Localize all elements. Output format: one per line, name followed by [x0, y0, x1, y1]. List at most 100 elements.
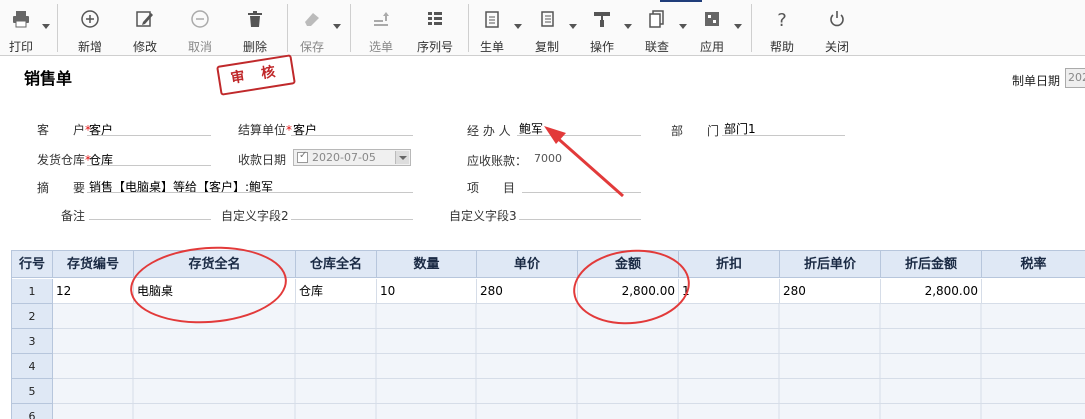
copy-button[interactable]: 复制 [529, 0, 565, 56]
cell-unit-price[interactable]: 280 [477, 279, 578, 304]
question-mark-icon: ? [777, 10, 787, 30]
department-label: 部 门 [671, 124, 720, 138]
select-order-button[interactable]: 选单 [362, 0, 400, 56]
printer-icon [13, 11, 29, 28]
empty-table-row[interactable] [53, 329, 1085, 354]
department-underline [722, 135, 845, 136]
header-item-code[interactable]: 存货编号 [53, 251, 134, 278]
warehouse-label: 发货仓库* [37, 153, 92, 167]
save-button[interactable]: 保存 [293, 0, 331, 56]
copy-label: 复制 [534, 40, 559, 54]
empty-table-row[interactable] [53, 379, 1085, 404]
select-order-label: 选单 [368, 40, 393, 54]
collection-date-label: 收款日期 [238, 153, 287, 167]
collection-date-checkbox[interactable] [297, 150, 308, 163]
header-discounted-price[interactable]: 折后单价 [780, 251, 881, 278]
project-underline [522, 192, 641, 193]
handler-underline [517, 135, 641, 136]
close-button[interactable]: 关闭 [817, 0, 857, 56]
separator [350, 4, 351, 52]
pencil-icon [136, 11, 153, 27]
trash-icon [248, 11, 262, 27]
apply-dropdown-arrow[interactable] [734, 24, 742, 29]
close-label: 关闭 [824, 40, 849, 54]
summary-label: 摘 要 [37, 181, 86, 195]
empty-table-row[interactable] [53, 404, 1085, 419]
delete-label: 删除 [242, 40, 267, 54]
header-tax-rate[interactable]: 税率 [982, 251, 1085, 278]
project-label: 项 目 [467, 181, 516, 195]
plus-circle-icon [81, 10, 99, 28]
collection-date-picker[interactable]: 2020-07-05 [293, 149, 411, 166]
row-number[interactable]: 4 [12, 354, 53, 379]
row-number[interactable]: 5 [12, 379, 53, 404]
print-dropdown-arrow[interactable] [42, 24, 50, 29]
row-number[interactable]: 6 [12, 404, 53, 419]
creation-date-input[interactable]: 202 [1065, 68, 1085, 88]
header-discount[interactable]: 折扣 [679, 251, 780, 278]
audit-stamp: 审 核 [216, 54, 296, 96]
save-dropdown-arrow[interactable] [333, 24, 341, 29]
apply-button[interactable]: 应用 [694, 0, 730, 56]
row-number[interactable]: 1 [12, 279, 53, 304]
header-discounted-amount[interactable]: 折后金额 [881, 251, 982, 278]
cell-discount[interactable]: 1 [679, 279, 780, 304]
generate-order-button[interactable]: 生单 [474, 0, 510, 56]
query-dropdown-arrow[interactable] [679, 24, 687, 29]
empty-table-row[interactable] [53, 304, 1085, 329]
cell-tax-rate[interactable] [982, 279, 1085, 304]
operate-dropdown-arrow[interactable] [624, 24, 632, 29]
operate-label: 操作 [589, 40, 614, 54]
generate-dropdown-arrow[interactable] [514, 24, 522, 29]
header-warehouse[interactable]: 仓库全名 [296, 251, 377, 278]
row-number[interactable]: 2 [12, 304, 53, 329]
header-amount[interactable]: 金额 [578, 251, 679, 278]
cell-discounted-price[interactable]: 280 [780, 279, 881, 304]
separator [287, 4, 288, 52]
custom-field-2-label: 自定义字段2 [221, 209, 289, 223]
detail-table: 行号 存货编号 存货全名 仓库全名 数量 单价 金额 折扣 折后单价 折后金额 … [11, 250, 1085, 419]
row-number[interactable]: 3 [12, 329, 53, 354]
cancel-button[interactable]: 取消 [180, 0, 220, 56]
header-quantity[interactable]: 数量 [377, 251, 477, 278]
cell-warehouse[interactable]: 仓库 [296, 279, 377, 304]
apps-icon [705, 12, 719, 26]
empty-table-row[interactable] [53, 354, 1085, 379]
eraser-icon [305, 13, 319, 26]
custom-field-2-underline [291, 219, 413, 220]
cell-item-code[interactable]: 12 [53, 279, 134, 304]
toolbar: 打印 新增 修改 取消 删除 保存 选单 序列号 生单 复制 操作 联查 应用 … [0, 0, 1085, 56]
custom-field-3-underline [519, 219, 641, 220]
copy-dropdown-arrow[interactable] [569, 24, 577, 29]
header-item-name[interactable]: 存货全名 [134, 251, 296, 278]
operate-button[interactable]: 操作 [584, 0, 620, 56]
power-icon [830, 11, 844, 27]
help-label: 帮助 [769, 40, 794, 54]
warehouse-underline [87, 165, 211, 166]
add-button[interactable]: 新增 [70, 0, 110, 56]
edit-button[interactable]: 修改 [125, 0, 165, 56]
help-button[interactable]: ? 帮助 [762, 0, 802, 56]
edit-label: 修改 [132, 40, 157, 54]
customer-underline [87, 135, 211, 136]
query-button[interactable]: 联查 [639, 0, 675, 56]
cell-quantity[interactable]: 10 [377, 279, 477, 304]
note-label: 备注 [61, 209, 86, 223]
cell-discounted-amount[interactable]: 2,800.00 [881, 279, 982, 304]
separator [57, 4, 58, 52]
page-title: 销售单 [24, 69, 73, 88]
serial-number-button[interactable]: 序列号 [414, 0, 456, 56]
cell-amount[interactable]: 2,800.00 [578, 279, 679, 304]
delete-button[interactable]: 删除 [235, 0, 275, 56]
print-button[interactable]: 打印 [2, 0, 40, 56]
cell-item-name[interactable]: 电脑桌 [134, 279, 296, 304]
summary-underline [87, 192, 413, 193]
header-unit-price[interactable]: 单价 [477, 251, 578, 278]
collection-date-value: 2020-07-05 [312, 151, 376, 164]
paint-roller-icon [594, 12, 610, 27]
settlement-unit-underline [291, 135, 413, 136]
chevron-down-icon[interactable] [395, 151, 409, 164]
customer-label: 客 户* [37, 123, 92, 137]
separator [468, 4, 469, 52]
minus-circle-icon [191, 10, 209, 28]
